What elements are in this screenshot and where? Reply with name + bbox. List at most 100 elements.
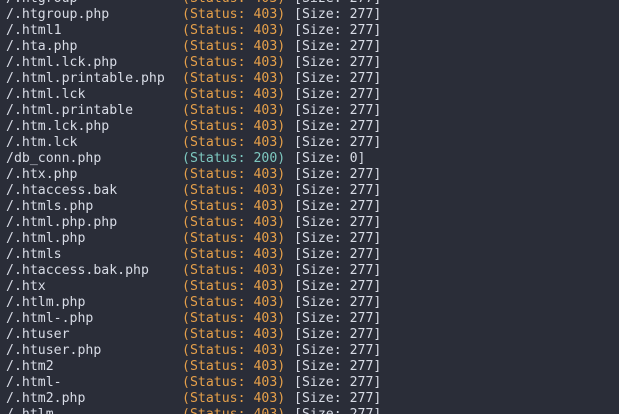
output-line: /.htmls (Status: 403) [Size: 277] (6, 247, 619, 263)
size-text: [Size: 277] (294, 0, 381, 7)
size-text: [Size: 277] (294, 55, 382, 70)
output-line: /.htaccess.bak.php (Status: 403) [Size: 27… (6, 263, 619, 279)
status-text: (Status: 200) (182, 151, 286, 166)
path-text: /.htgroup (6, 0, 77, 7)
path-text: /.htm2.php (6, 391, 86, 406)
output-line: /.html.lck (Status: 403) [Size: 277] (6, 87, 619, 103)
status-text: (Status: 403) (182, 391, 286, 406)
status-text: (Status: 403) (182, 407, 285, 414)
path-text: /.html.printable (6, 103, 134, 118)
output-line: /.htx (Status: 403) [Size: 277] (6, 279, 619, 295)
size-text: [Size: 277] (294, 359, 382, 374)
size-text: [Size: 0] (294, 151, 366, 166)
path-text: /.htx.php (6, 167, 78, 182)
size-text: [Size: 277] (294, 215, 382, 230)
size-text: [Size: 277] (294, 167, 382, 182)
output-line: /.htm.lck (Status: 403) [Size: 277] (6, 135, 619, 151)
path-text: /.htmls (6, 247, 62, 262)
status-text: (Status: 403) (182, 343, 286, 358)
path-text: /.htm2 (6, 359, 54, 374)
size-text: [Size: 277] (294, 71, 382, 86)
status-text: (Status: 403) (182, 71, 286, 86)
output-line: /.htmls.php (Status: 403) [Size: 277] (6, 199, 619, 215)
status-text: (Status: 403) (182, 7, 286, 22)
output-line: /.html.printable.php (Status: 403) [Size: … (6, 71, 619, 87)
status-text: (Status: 403) (182, 135, 286, 150)
path-text: /.htlm (6, 407, 54, 414)
output-line: /.htx.php (Status: 403) [Size: 277] (6, 167, 619, 183)
output-line: /.htgroup.php (Status: 403) [Size: 277] (6, 7, 619, 23)
status-text: (Status: 403) (182, 23, 286, 38)
size-text: [Size: 277] (294, 327, 382, 342)
output-line: /.htlm (Status: 403) [Size: 277] (6, 407, 619, 414)
size-text: [Size: 277] (294, 407, 381, 414)
output-line: /.html- (Status: 403) [Size: 277] (6, 375, 619, 391)
size-text: [Size: 277] (294, 103, 382, 118)
output-line: /.htm2 (Status: 403) [Size: 277] (6, 359, 619, 375)
path-text: /.htuser.php (6, 343, 102, 358)
status-text: (Status: 403) (182, 0, 285, 7)
size-text: [Size: 277] (294, 375, 382, 390)
status-text: (Status: 403) (182, 375, 286, 390)
status-text: (Status: 403) (182, 103, 286, 118)
path-text: /.htmls.php (6, 199, 94, 214)
output-line: /.html.lck.php (Status: 403) [Size: 277] (6, 55, 619, 71)
size-text: [Size: 277] (294, 135, 382, 150)
status-text: (Status: 403) (182, 327, 286, 342)
size-text: [Size: 277] (294, 23, 382, 38)
status-text: (Status: 403) (182, 359, 286, 374)
path-text: /.html.lck (6, 87, 86, 102)
size-text: [Size: 277] (294, 247, 382, 262)
size-text: [Size: 277] (294, 279, 382, 294)
output-line: /.htlm.php (Status: 403) [Size: 277] (6, 295, 619, 311)
size-text: [Size: 277] (294, 199, 382, 214)
size-text: [Size: 277] (294, 391, 382, 406)
output-line: /.htm.lck.php (Status: 403) [Size: 277] (6, 119, 619, 135)
path-text: /.html.lck.php (6, 55, 118, 70)
path-text: /.htm.lck (6, 135, 78, 150)
status-text: (Status: 403) (182, 295, 286, 310)
size-text: [Size: 277] (294, 231, 382, 246)
status-text: (Status: 403) (182, 279, 286, 294)
path-text: /.html1 (6, 23, 62, 38)
output-line: /db_conn.php (Status: 200) [Size: 0] (6, 151, 619, 167)
status-text: (Status: 403) (182, 167, 286, 182)
output-line: /.html-.php (Status: 403) [Size: 277] (6, 311, 619, 327)
output-line: /.html.php (Status: 403) [Size: 277] (6, 231, 619, 247)
path-text: /.html- (6, 375, 62, 390)
path-text: /.htaccess.bak.php (6, 263, 149, 278)
status-text: (Status: 403) (182, 215, 286, 230)
status-text: (Status: 403) (182, 87, 286, 102)
output-line: /.html.php.php (Status: 403) [Size: 277] (6, 215, 619, 231)
path-text: /.htx (6, 279, 46, 294)
output-line: /.htuser (Status: 403) [Size: 277] (6, 327, 619, 343)
size-text: [Size: 277] (294, 183, 382, 198)
output-line: /.hta.php (Status: 403) [Size: 277] (6, 39, 619, 55)
terminal-output: /.htgroup(Status: 403)[Size: 277]/.htgro… (6, 0, 619, 414)
size-text: [Size: 277] (294, 295, 382, 310)
output-line: /.html1 (Status: 403) [Size: 277] (6, 23, 619, 39)
status-text: (Status: 403) (182, 39, 286, 54)
path-text: /.htaccess.bak (6, 183, 118, 198)
path-text: /.htlm.php (6, 295, 86, 310)
path-text: /.html.printable.php (6, 71, 165, 86)
status-text: (Status: 403) (182, 199, 286, 214)
size-text: [Size: 277] (294, 119, 382, 134)
path-text: /.html-.php (6, 311, 94, 326)
output-line: /.htuser.php (Status: 403) [Size: 277] (6, 343, 619, 359)
size-text: [Size: 277] (294, 39, 382, 54)
status-text: (Status: 403) (182, 263, 286, 278)
size-text: [Size: 277] (294, 263, 382, 278)
status-text: (Status: 403) (182, 231, 286, 246)
status-text: (Status: 403) (182, 119, 286, 134)
path-text: /.html.php.php (6, 215, 118, 230)
path-text: /.htgroup.php (6, 7, 110, 22)
path-text: /.hta.php (6, 39, 78, 54)
size-text: [Size: 277] (294, 7, 382, 22)
output-line: /.htgroup (Status: 403) [Size: 277] (6, 0, 619, 7)
size-text: [Size: 277] (294, 343, 382, 358)
status-text: (Status: 403) (182, 183, 286, 198)
terminal-window[interactable]: /.htgroup(Status: 403)[Size: 277]/.htgro… (0, 0, 619, 414)
output-line: /.htm2.php (Status: 403) [Size: 277] (6, 391, 619, 407)
path-text: /.html.php (6, 231, 86, 246)
